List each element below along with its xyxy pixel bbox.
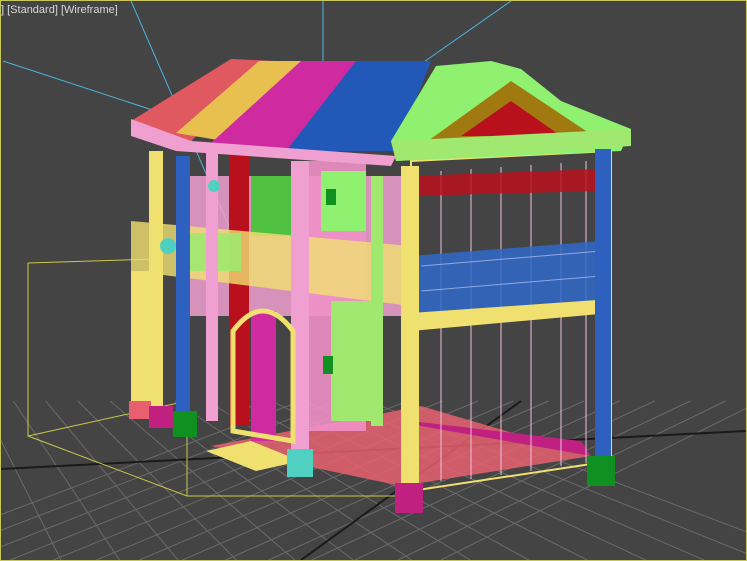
base-cyan-1 <box>287 449 313 477</box>
column-right-blue <box>595 149 611 464</box>
viewport-label-bar: ] [Standard] [Wireframe] <box>1 4 118 16</box>
base-magenta-2 <box>395 483 423 513</box>
grid-line <box>12 400 120 560</box>
3d-viewport[interactable]: ] [Standard] [Wireframe] <box>0 0 747 561</box>
lantern-wall <box>323 356 333 374</box>
upper-beam-red <box>411 169 601 196</box>
lantern-center <box>326 189 336 205</box>
house-model[interactable] <box>129 59 631 513</box>
viewport-shading-wireframe-label[interactable]: [Wireframe] <box>61 4 118 16</box>
wall-magenta-center <box>251 311 276 441</box>
viewport-point-of-view-label[interactable]: ] <box>1 4 4 16</box>
column-left-yellow <box>149 151 163 416</box>
base-magenta-1 <box>149 406 173 428</box>
wall-light-left <box>160 238 176 254</box>
column-center-green <box>371 176 383 426</box>
wall-green-center <box>331 301 371 421</box>
lantern-left <box>208 180 220 192</box>
column-center-yellow <box>401 166 419 486</box>
base-green-1 <box>173 411 197 437</box>
base-red-1 <box>129 401 151 419</box>
grid-line <box>1 439 62 560</box>
scene-canvas[interactable] <box>1 1 746 560</box>
base-green-2 <box>587 456 615 486</box>
column-left-blue <box>176 156 190 421</box>
upper-window-green <box>251 176 296 236</box>
roof[interactable] <box>131 59 631 166</box>
column-front-left <box>131 271 151 411</box>
viewport-shading-standard-label[interactable]: [Standard] <box>7 4 58 16</box>
light-line-right <box>410 1 512 72</box>
